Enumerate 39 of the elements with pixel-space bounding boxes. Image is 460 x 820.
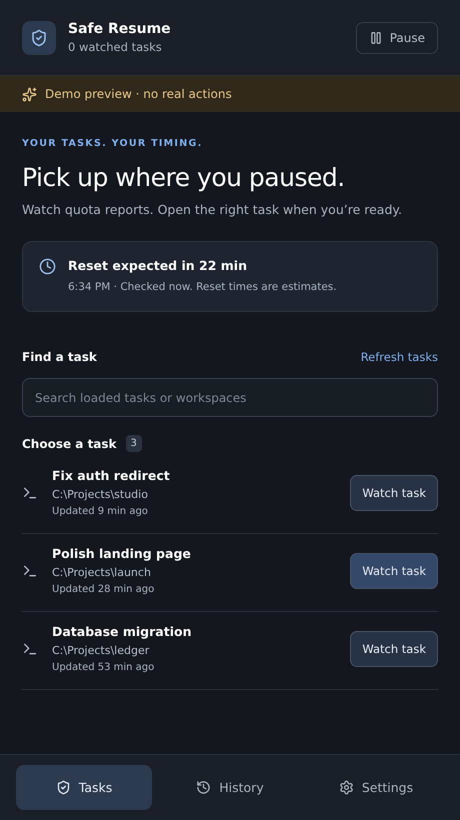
task-title: Database migration xyxy=(52,624,192,639)
gear-icon xyxy=(338,780,354,795)
search-label: Find a task xyxy=(22,350,97,364)
reset-detail: 6:34 PM · Checked now. Reset times are estimates. xyxy=(68,281,337,293)
app-title: Safe Resume xyxy=(68,21,172,37)
task-path: C:\Projects\ledger xyxy=(52,644,150,657)
task-updated: Updated 28 min ago xyxy=(52,584,156,595)
history-icon xyxy=(196,780,212,795)
watch-task-button[interactable]: Watch task xyxy=(350,552,438,588)
watched-count: 0 watched tasks xyxy=(68,40,163,54)
task-title: Polish landing page xyxy=(52,546,192,561)
shield-check-icon xyxy=(56,780,71,795)
search-field[interactable]: Search loaded tasks or workspaces xyxy=(22,378,438,417)
task-list-label: Choose a task xyxy=(22,436,117,450)
task-path: C:\Projects\launch xyxy=(52,566,152,579)
page-subtitle: Watch quota reports. Open the right task when you’re ready. xyxy=(22,202,403,217)
task-title: Fix auth redirect xyxy=(52,468,171,483)
banner-text: Demo preview · no real actions xyxy=(45,87,232,101)
nav-tab[interactable]: Tasks xyxy=(16,765,152,810)
terminal-icon xyxy=(22,484,38,500)
task-path: C:\Projects\studio xyxy=(52,488,149,501)
watch-task-button[interactable]: Watch task xyxy=(350,630,438,666)
app-logo xyxy=(22,20,56,54)
reset-title: Reset expected in 22 min xyxy=(68,258,248,273)
terminal-icon xyxy=(22,562,38,578)
eyebrow-text: YOUR TASKS. YOUR TIMING. xyxy=(22,138,204,149)
task-updated: Updated 9 min ago xyxy=(52,506,149,517)
nav-tab[interactable]: History xyxy=(162,765,298,810)
pause-icon xyxy=(368,30,383,44)
watch-task-button[interactable]: Watch task xyxy=(350,474,438,510)
nav-tab[interactable]: Settings xyxy=(308,765,444,810)
sparkles-icon xyxy=(22,86,37,102)
terminal-icon xyxy=(22,640,38,656)
task-updated: Updated 53 min ago xyxy=(52,662,156,673)
page-heading: Pick up where you paused. xyxy=(22,163,346,192)
pause-button[interactable]: Pause xyxy=(356,22,438,54)
refresh-link[interactable]: Refresh tasks xyxy=(360,350,438,364)
clock-icon xyxy=(39,258,56,275)
task-count: 3 xyxy=(126,435,142,452)
